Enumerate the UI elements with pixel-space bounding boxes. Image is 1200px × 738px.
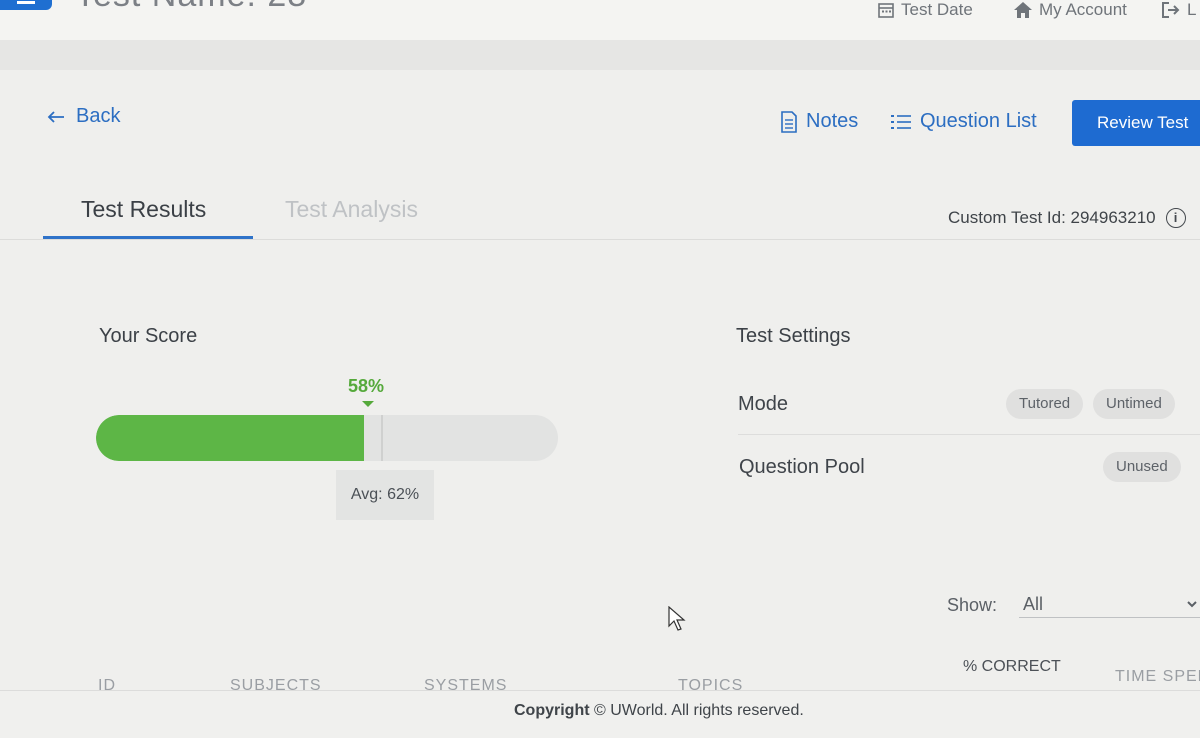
average-score: Avg: 62% [336,470,434,520]
copyright-bold: Copyright [514,702,590,719]
arrow-left-icon [47,110,64,123]
score-marker-icon [362,401,374,407]
tab-test-results[interactable]: Test Results [81,196,206,223]
logout-icon [1162,2,1180,18]
review-test-button[interactable]: Review Test [1072,100,1200,146]
settings-divider [738,434,1200,435]
logout-label: L [1187,0,1197,19]
tabs-divider [0,239,1200,240]
my-account-label: My Account [1039,0,1127,19]
my-account-link[interactable]: My Account [1013,0,1127,20]
score-bar-fill [96,415,364,461]
custom-test-id-label: Custom Test Id: 294963210 [948,208,1156,227]
notes-label: Notes [806,110,859,132]
back-label: Back [76,105,121,127]
show-filter-select[interactable]: All [1019,590,1200,618]
back-button[interactable]: Back [46,105,120,128]
custom-test-id: Custom Test Id: 294963210 i [948,208,1186,228]
list-icon [891,114,911,129]
calendar-icon [878,3,894,18]
mode-badge-untimed: Untimed [1093,389,1175,419]
header-band [0,40,1200,70]
tab-test-analysis[interactable]: Test Analysis [285,196,418,223]
show-filter-label: Show: [947,595,998,615]
page-title: Test Name: 28 [75,0,307,15]
notes-button[interactable]: Notes [780,110,858,133]
copyright-rest: © UWorld. All rights reserved. [594,702,804,719]
average-marker [381,415,383,461]
question-list-label: Question List [920,110,1037,132]
test-settings-title: Test Settings [736,325,851,347]
column-header-time-spent[interactable]: TIME SPENT [1115,668,1200,686]
menu-button[interactable] [0,0,52,10]
mode-badge-tutored: Tutored [1006,389,1084,419]
test-date-link[interactable]: Test Date [877,0,973,20]
column-header-percent-correct[interactable]: % CORRECT [963,658,1061,676]
mode-label: Mode [738,393,789,415]
score-bar [96,415,558,461]
notes-icon [781,110,797,133]
question-pool-badge: Unused [1103,452,1181,482]
info-icon[interactable]: i [1165,208,1186,228]
mouse-pointer-icon [668,606,686,631]
home-icon [1014,2,1032,18]
logout-link[interactable]: L [1161,0,1196,20]
your-score-title: Your Score [99,325,198,347]
question-pool-label: Question Pool [739,456,865,478]
score-percent: 58% [348,376,385,396]
copyright-text: Copyright © UWorld. All rights reserved. [514,702,804,720]
question-list-button[interactable]: Question List [890,110,1037,133]
test-date-label: Test Date [901,0,973,19]
